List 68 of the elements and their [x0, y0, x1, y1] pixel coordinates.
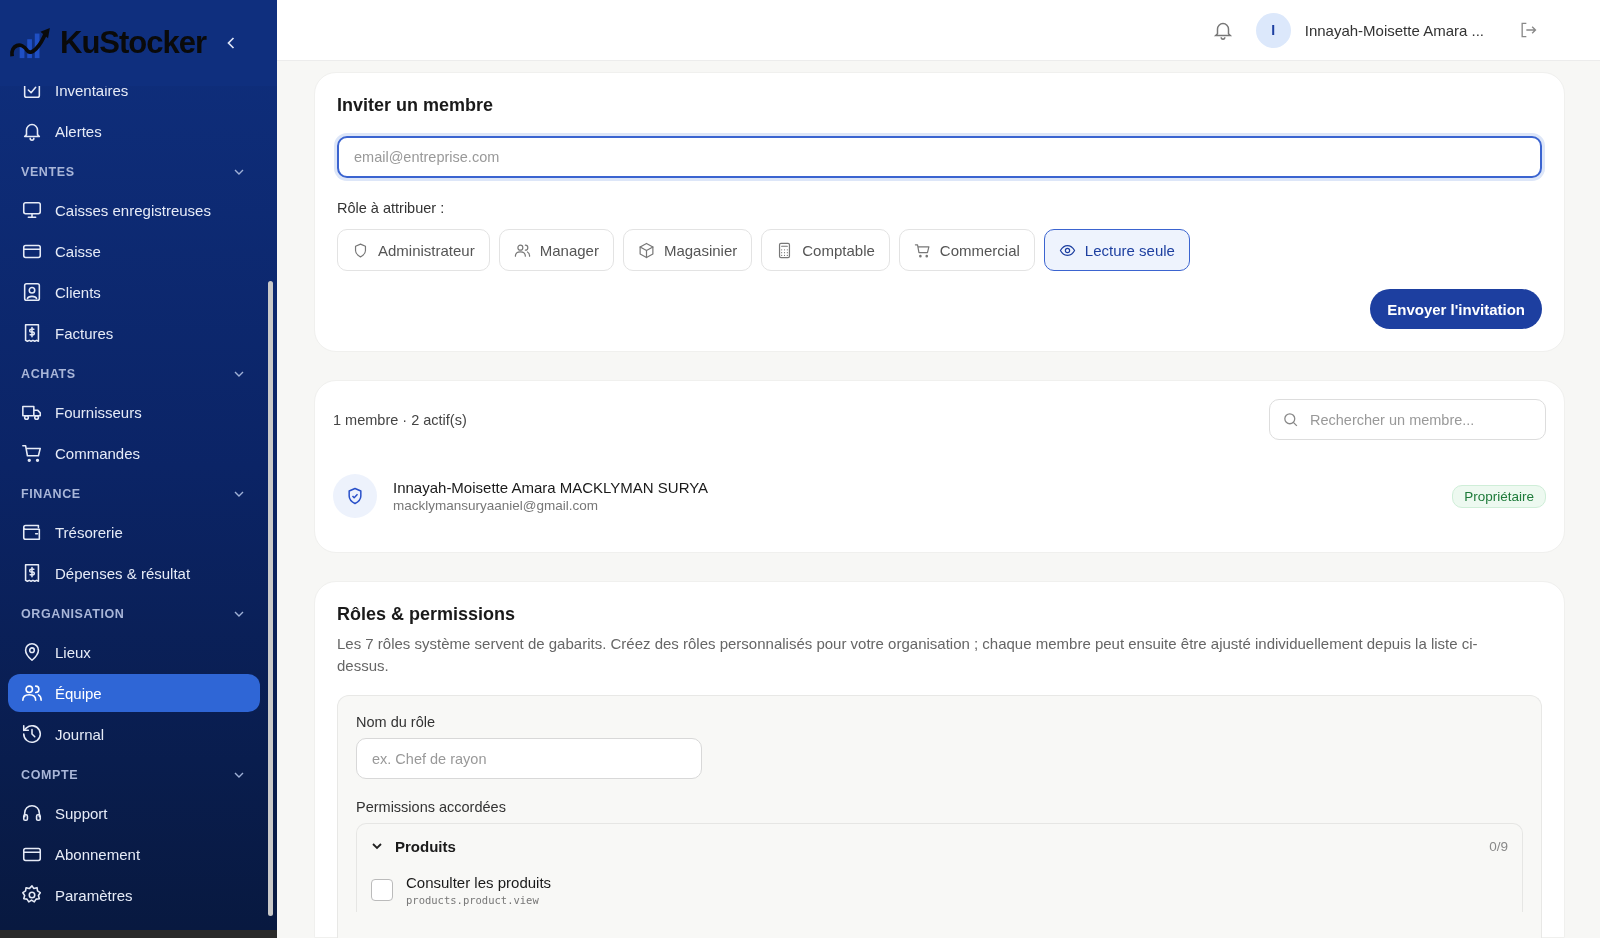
nav-item[interactable]: Factures [8, 314, 260, 352]
member-email: macklymansuryaaniel@gmail.com [393, 498, 600, 513]
chevron-icon [234, 772, 244, 778]
nav-item[interactable]: Caisses enregistreuses [8, 191, 260, 229]
card-title: Inviter un membre [337, 95, 495, 116]
role-option[interactable]: Commercial [898, 229, 1035, 271]
headset-icon [21, 802, 43, 824]
section-header[interactable]: ORGANISATION [8, 595, 260, 633]
chevron-icon[interactable] [371, 840, 383, 852]
description: Les 7 rôles système servent de gabarits. Créez des rôles personnalisés pour votre organisation ; chaque membre peut ensuite être ajusté individuellement depuis la liste ci-dessus. [337, 634, 1479, 676]
chevron-icon [234, 611, 244, 617]
collapse-icon[interactable] [226, 36, 237, 50]
section-header[interactable]: COMPTE [8, 756, 260, 794]
box-icon [637, 241, 655, 259]
nav-item[interactable]: Clients [8, 273, 260, 311]
shield-check-icon [345, 486, 365, 506]
scrollbar[interactable] [268, 281, 273, 916]
nav-item[interactable]: Paramètres [8, 876, 260, 914]
nav-item[interactable]: Journal [8, 715, 260, 753]
chevron-icon [234, 169, 244, 175]
permission-label: Consulter les produits [406, 874, 552, 891]
cart-icon [21, 442, 43, 464]
group-name[interactable]: Produits [395, 837, 1478, 855]
nav-item[interactable]: Caisse [8, 232, 260, 270]
user-avatar[interactable]: I [1255, 12, 1291, 48]
email-field[interactable]: email@entreprise.com [337, 136, 1542, 178]
role-option[interactable]: Lecture seule [1043, 229, 1190, 271]
card-title: Rôles & permissions [337, 604, 517, 625]
member-name: Innayah-Moisette Amara MACKLYMAN SURYA [393, 479, 710, 496]
nav-item[interactable]: Équipe [8, 674, 260, 712]
search-icon [1282, 411, 1299, 428]
role-name-field[interactable]: ex. Chef de rayon [356, 738, 702, 779]
user-name[interactable]: Innayah-Moisette Amara ... [1304, 21, 1484, 39]
chevron-icon [234, 371, 244, 377]
role-option[interactable]: Magasinier [622, 229, 753, 271]
send-invitation-button[interactable]: Envoyer l'invitation [1370, 289, 1542, 329]
search-field[interactable]: Rechercher un membre... [1269, 399, 1546, 440]
field-label: Rôle à attribuer : [337, 200, 446, 216]
role-option[interactable]: Comptable [761, 229, 890, 271]
nav-item[interactable]: Alertes [8, 112, 260, 150]
settings-icon [21, 884, 43, 906]
field-label: Nom du rôle [356, 714, 436, 730]
nav-item[interactable]: Support [8, 794, 260, 832]
chevron-icon [234, 491, 244, 497]
permission-count: 0/9 [1489, 838, 1508, 854]
checkbox[interactable] [371, 879, 393, 901]
section-header[interactable]: VENTES [8, 153, 260, 191]
nav-item[interactable]: Dépenses & résultat [8, 554, 260, 592]
role-option[interactable]: Administrateur [337, 229, 490, 271]
nav-item[interactable]: Fournisseurs [8, 393, 260, 431]
section-header[interactable]: FINANCE [8, 475, 260, 513]
member-count: 1 membre · 2 actif(s) [333, 411, 467, 428]
nav-item[interactable]: Abonnement [8, 835, 260, 873]
users-icon [21, 682, 43, 704]
nav-item[interactable]: Commandes [8, 434, 260, 472]
nav-item[interactable]: Trésorerie [8, 513, 260, 551]
cart-icon [913, 241, 931, 259]
contact-card-icon [21, 281, 43, 303]
permission-code: products.product.view [406, 894, 540, 906]
role-option[interactable]: Manager [498, 229, 614, 271]
section-header[interactable]: ACHATS [8, 355, 260, 393]
app-logo: KuStocker [60, 25, 207, 61]
field-label: Permissions accordées [356, 799, 507, 815]
role-badge: Propriétaire [1452, 484, 1546, 508]
nav-item[interactable]: Lieux [8, 633, 260, 671]
monitor-icon [21, 199, 43, 221]
history-icon [21, 723, 43, 745]
shield-icon [352, 241, 369, 259]
